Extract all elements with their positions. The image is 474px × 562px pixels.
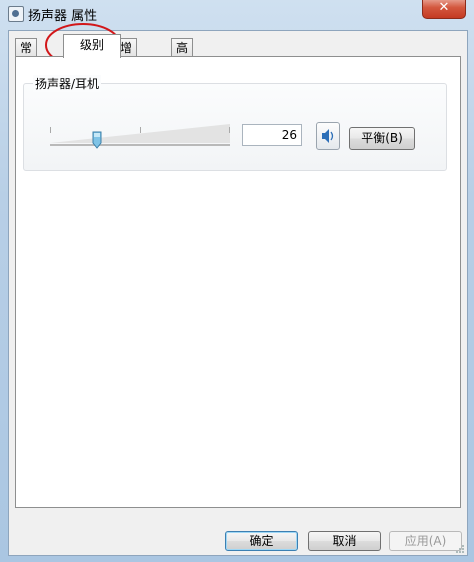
tab-advanced[interactable]: 高级 [171, 38, 194, 73]
volume-value-field[interactable]: 26 [242, 124, 302, 146]
device-level-group: 扬声器/耳机 26 平衡(B) [23, 75, 447, 171]
resize-grip-icon[interactable] [455, 543, 465, 553]
balance-button[interactable]: 平衡(B) [349, 127, 415, 150]
levels-panel: 扬声器/耳机 26 平衡(B) [15, 56, 461, 508]
speaker-icon [322, 129, 334, 143]
apply-button[interactable]: 应用(A) [389, 531, 462, 551]
slider-tick [229, 127, 230, 133]
slider-tick [140, 127, 141, 133]
dialog-client: 常规 级别 增强功能 高级 扬声器/耳机 [8, 30, 468, 556]
cancel-button[interactable]: 取消 [308, 531, 381, 551]
tab-levels[interactable]: 级别 [63, 34, 121, 58]
app-icon [8, 6, 24, 22]
mute-button[interactable] [316, 122, 340, 150]
close-button[interactable]: ✕ [422, 0, 466, 19]
window-frame: 扬声器 属性 ✕ 常规 级别 增强功能 高级 扬声器/耳机 [0, 0, 474, 562]
tab-general[interactable]: 常规 [15, 38, 38, 73]
volume-slider-track[interactable] [50, 144, 230, 146]
volume-slider-thumb[interactable] [92, 131, 102, 149]
ok-button[interactable]: 确定 [225, 531, 298, 551]
device-label: 扬声器/耳机 [33, 75, 102, 92]
slider-tick [50, 127, 51, 133]
